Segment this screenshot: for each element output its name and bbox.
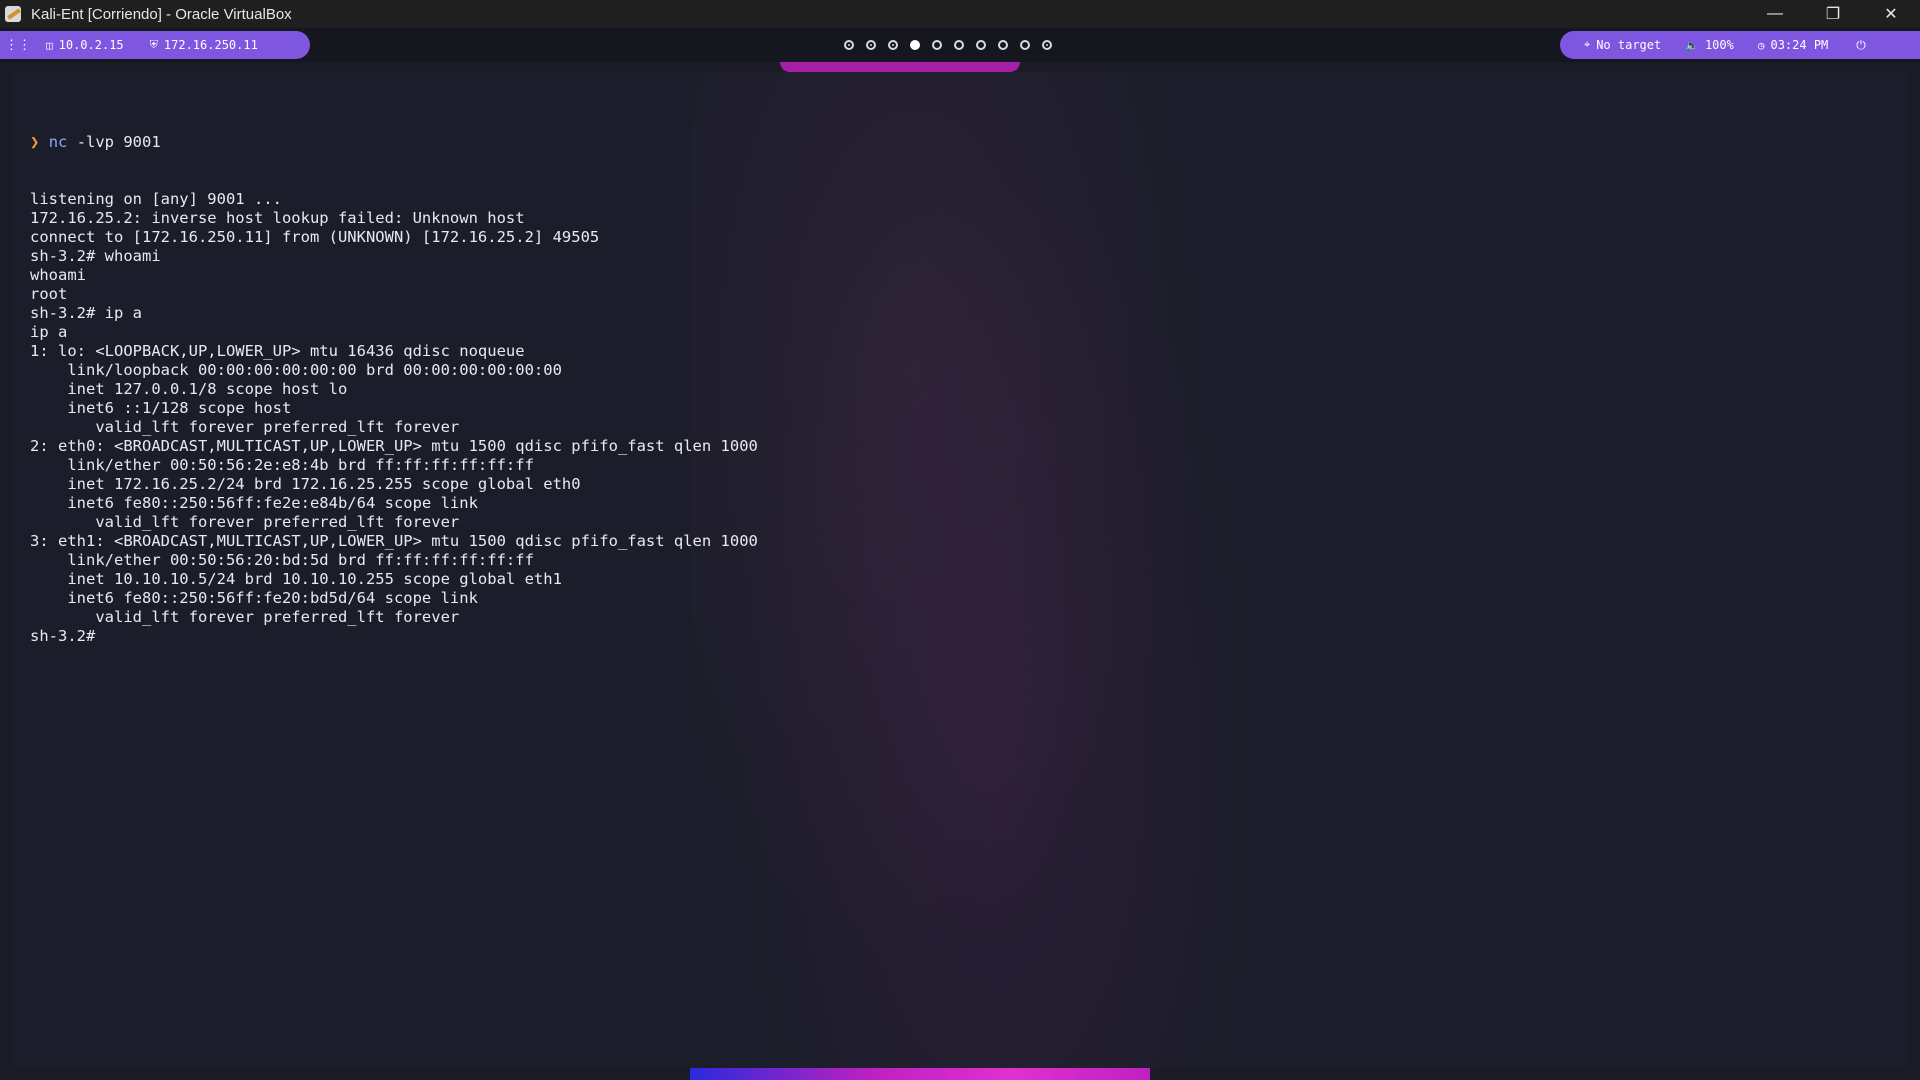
shield-icon: ⛨ [149, 38, 158, 51]
command-name: nc [48, 133, 68, 151]
minimize-button[interactable]: — [1746, 0, 1804, 28]
terminal-output: ❯ nc -lvp 9001 listening on [any] 9001 .… [30, 95, 758, 684]
terminal-line: root [30, 285, 68, 303]
terminal-line: valid_lft forever preferred_lft forever [30, 513, 460, 531]
terminal-line: 1: lo: <LOOPBACK,UP,LOWER_UP> mtu 16436 … [30, 342, 525, 360]
workspace-9[interactable] [1020, 40, 1030, 50]
terminal-line: whoami [30, 266, 86, 284]
workspace-5[interactable] [932, 40, 942, 50]
terminal-line: inet 127.0.0.1/8 scope host lo [30, 380, 348, 398]
vpn-ip: 172.16.250.11 [163, 38, 258, 52]
window-titlebar: Kali-Ent [Corriendo] - Oracle VirtualBox… [0, 0, 1920, 28]
crosshair-icon: ⌖ [1584, 38, 1591, 51]
wallpaper-figure [690, 72, 1250, 1068]
close-button[interactable]: ✕ [1862, 0, 1920, 28]
output-lines: listening on [any] 9001 ... 172.16.25.2: … [30, 190, 758, 646]
clock: ◷ 03:24 PM [1758, 38, 1828, 52]
terminal-line: valid_lft forever preferred_lft forever [30, 608, 460, 626]
terminal-line: sh-3.2# whoami [30, 247, 161, 265]
clock-icon: ◷ [1757, 38, 1765, 52]
restore-button[interactable]: ❐ [1804, 0, 1862, 28]
terminal-line: 172.16.25.2: inverse host lookup failed:… [30, 209, 525, 227]
workspace-8[interactable] [998, 40, 1008, 50]
volume-status[interactable]: 🔈 100% [1685, 38, 1734, 52]
virtualbox-icon [3, 3, 25, 25]
monitor-icon: ◫ [46, 38, 53, 52]
workspace-2[interactable] [866, 40, 876, 50]
terminal-line: sh-3.2# [30, 627, 105, 645]
window-title: Kali-Ent [Corriendo] - Oracle VirtualBox [31, 5, 292, 23]
network-pill: ⋮⋮ ◫ 10.0.2.15 ⛨ 172.16.250.11 [0, 31, 310, 59]
terminal-line: link/ether 00:50:56:20:bd:5d brd ff:ff:f… [30, 551, 534, 569]
terminal-line: ip a [30, 323, 68, 341]
workspace-4[interactable] [910, 40, 920, 50]
power-icon[interactable]: ⏻ [1856, 38, 1866, 53]
terminal-line: inet6 fe80::250:56ff:fe2e:e84b/64 scope … [30, 494, 478, 512]
terminal-line: listening on [any] 9001 ... [30, 190, 282, 208]
terminal-line: inet 172.16.25.2/24 brd 172.16.25.255 sc… [30, 475, 581, 493]
terminal-first-line: ❯ nc -lvp 9001 [30, 133, 758, 152]
target-status[interactable]: ⌖ No target [1584, 38, 1661, 52]
terminal-line: inet6 fe80::250:56ff:fe20:bd5d/64 scope … [30, 589, 478, 607]
terminal-line: connect to [172.16.250.11] from (UNKNOWN… [30, 228, 600, 246]
terminal-line: 3: eth1: <BROADCAST,MULTICAST,UP,LOWER_U… [30, 532, 758, 550]
terminal-line: inet6 ::1/128 scope host [30, 399, 292, 417]
speaker-icon: 🔈 [1685, 38, 1699, 52]
volume-level: 100% [1704, 38, 1734, 52]
terminal-line: valid_lft forever preferred_lft forever [30, 418, 460, 436]
vpn-status: ⛨ 172.16.250.11 [150, 38, 258, 52]
grid-icon[interactable]: ⋮⋮ [0, 38, 36, 53]
terminal-line: inet 10.10.10.5/24 brd 10.10.10.255 scop… [30, 570, 562, 588]
target-label: No target [1596, 38, 1662, 52]
status-bar: ⋮⋮ ◫ 10.0.2.15 ⛨ 172.16.250.11 ⌖ No targ… [0, 28, 1920, 62]
terminal-line: 2: eth0: <BROADCAST,MULTICAST,UP,LOWER_U… [30, 437, 758, 455]
system-pill: ⌖ No target 🔈 100% ◷ 03:24 PM ⏻ [1560, 31, 1920, 59]
workspace-6[interactable] [954, 40, 964, 50]
terminal-line: sh-3.2# ip a [30, 304, 142, 322]
workspace-switcher [838, 36, 1058, 54]
terminal-line: link/loopback 00:00:00:00:00:00 brd 00:0… [30, 361, 562, 379]
terminal-window[interactable]: ❯ nc -lvp 9001 listening on [any] 9001 .… [10, 72, 1910, 1068]
workspace-1[interactable] [844, 40, 854, 50]
terminal-line: link/ether 00:50:56:2e:e8:4b brd ff:ff:f… [30, 456, 534, 474]
command-args: -lvp 9001 [67, 133, 161, 151]
wallpaper-accent-top [780, 62, 1020, 72]
ethernet-ip: 10.0.2.15 [58, 38, 124, 52]
workspace-3[interactable] [888, 40, 898, 50]
clock-time: 03:24 PM [1770, 38, 1829, 52]
wallpaper-accent-bottom [690, 1068, 1150, 1080]
workspace-7[interactable] [976, 40, 986, 50]
ethernet-status: ◫ 10.0.2.15 [46, 38, 124, 52]
prompt-arrow-icon: ❯ [30, 133, 40, 151]
workspace-10[interactable] [1042, 40, 1052, 50]
